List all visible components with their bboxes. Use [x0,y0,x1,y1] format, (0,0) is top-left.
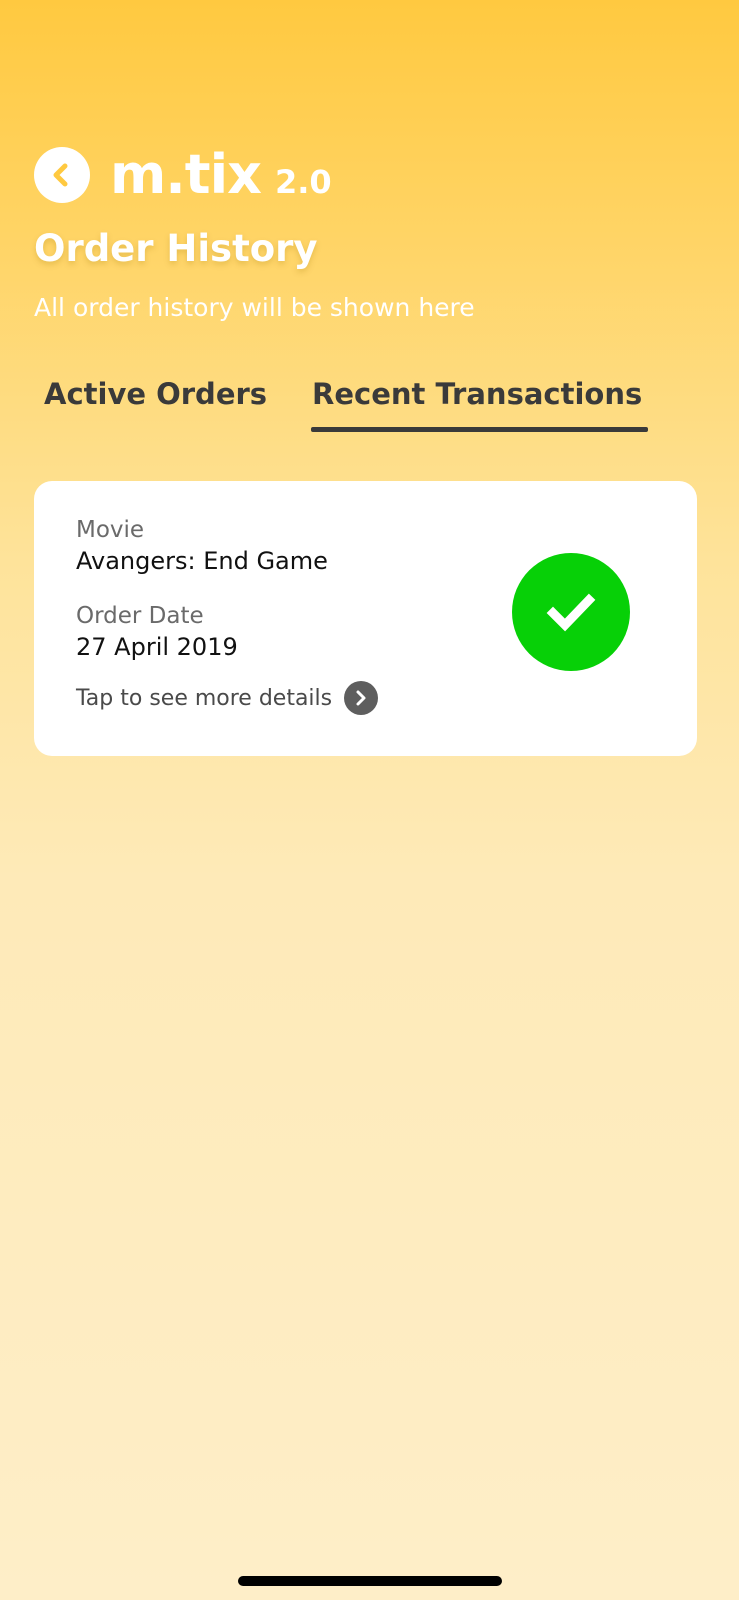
page-subtitle: All order history will be shown here [34,293,475,322]
movie-value: Avangers: End Game [76,547,328,575]
checkmark-icon [546,593,596,632]
active-tab-indicator [311,427,648,432]
order-tabs: Active Orders Recent Transactions [34,377,714,437]
details-link-text: Tap to see more details [76,685,333,711]
brand-logo: m.tix 2.0 [110,148,332,202]
back-button[interactable] [34,147,90,203]
header: m.tix 2.0 Order History All order histor… [34,145,714,432]
chevron-right-icon[interactable] [344,681,379,715]
tab-recent-transactions[interactable]: Recent Transactions [312,377,642,411]
order-card[interactable]: Movie Avangers: End Game Order Date 27 A… [34,481,697,756]
order-date-value: 27 April 2019 [76,633,238,661]
chevron-left-icon [53,163,68,187]
order-status-badge [512,553,630,671]
home-indicator [238,1576,502,1586]
tab-active-orders[interactable]: Active Orders [44,377,267,411]
brand-name: m.tix [110,143,262,206]
page-title: Order History [34,227,318,270]
brand-version: 2.0 [274,163,332,201]
details-link[interactable]: Tap to see more details [76,681,379,715]
logo-row: m.tix 2.0 [34,145,714,205]
movie-label: Movie [76,517,145,543]
order-date-label: Order Date [76,603,204,629]
